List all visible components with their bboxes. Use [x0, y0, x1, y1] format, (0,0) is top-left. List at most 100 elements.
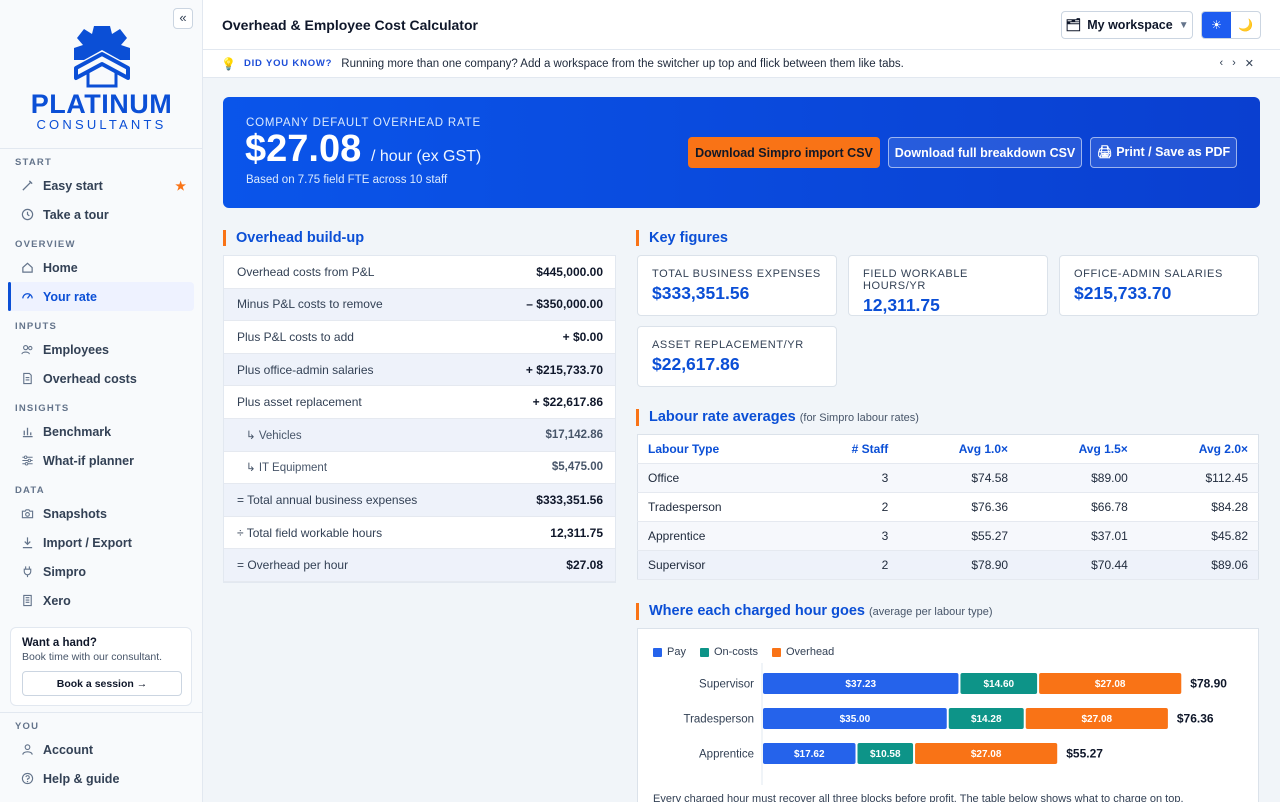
buildup-label: = Total annual business expenses — [237, 492, 418, 507]
buildup-label: Minus P&L costs to remove — [237, 297, 383, 312]
bar-total-label: $76.36 — [1177, 712, 1214, 726]
light-theme-button[interactable]: ☀ — [1202, 12, 1231, 38]
dark-theme-button[interactable]: 🌙 — [1231, 12, 1260, 38]
sidebar-item-employees[interactable]: Employees — [8, 335, 194, 364]
table-cell: $45.82 — [1137, 521, 1259, 551]
buildup-row: = Total annual business expenses $333,351… — [224, 484, 615, 517]
section-insights: INSIGHTS — [15, 403, 70, 414]
tip-next-button[interactable]: › — [1232, 57, 1236, 70]
tip-prev-button[interactable]: ‹ — [1219, 57, 1223, 70]
sidebar-item-label: Overhead costs — [43, 371, 137, 386]
book-session-button[interactable]: Book a session → — [22, 671, 182, 696]
table-cell: $112.45 — [1137, 463, 1259, 493]
buildup-label: ↳ Vehicles — [246, 429, 302, 442]
download-breakdown-csv-button[interactable]: Download full breakdown CSV — [888, 137, 1082, 168]
hero-unit: / hour (ex GST) — [371, 148, 482, 165]
buildup-row: Minus P&L costs to remove – $350,000.00 — [224, 288, 615, 322]
tip-close-button[interactable]: ✕ — [1245, 57, 1254, 70]
sidebar-item-label: Easy start — [43, 178, 103, 193]
sidebar-item-label: Your rate — [43, 289, 97, 304]
buildup-value: 12,311.75 — [550, 525, 603, 540]
stacked-bar-chart: Supervisor $37.23 $14.60 $27.08 $78.90 Trades… — [683, 663, 1227, 785]
table-row: Apprentice 3 $55.27 $37.01 $45.82 — [637, 521, 1259, 551]
table-cell: Tradesperson — [637, 492, 801, 522]
divider — [0, 712, 203, 713]
sidebar-item-easy-start[interactable]: Easy start ★ — [8, 171, 194, 200]
category-label: Apprentice — [699, 749, 754, 761]
buildup-value: $17,142.86 — [545, 428, 603, 441]
key-figure-label: TOTAL BUSINESS EXPENSES — [652, 268, 821, 280]
buildup-row: ÷ Total field workable hours 12,311.75 — [224, 517, 615, 550]
camera-icon — [20, 507, 34, 521]
buildup-label: Overhead costs from P&L — [237, 264, 375, 279]
bar-value-label: $35.00 — [840, 714, 871, 725]
brand-sub: CONSULTANTS — [36, 117, 167, 132]
home-icon — [20, 261, 34, 275]
bar-value-label: $14.60 — [983, 679, 1014, 690]
key-figure-card: TOTAL BUSINESS EXPENSES $333,351.56 — [637, 255, 837, 316]
table-cell: 2 — [800, 550, 899, 580]
sidebar-item-simpro[interactable]: Simpro — [8, 557, 194, 586]
table-cell: $89.06 — [1137, 550, 1259, 580]
section-overview: OVERVIEW — [15, 239, 76, 250]
table-cell: $76.36 — [898, 492, 1019, 522]
theme-toggle: ☀ 🌙 — [1201, 11, 1261, 39]
table-cell: $78.90 — [898, 550, 1019, 580]
download-simpro-csv-button[interactable]: Download Simpro import CSV — [688, 137, 880, 168]
workspace-switcher[interactable]: 🗂 My workspace ▼ — [1061, 11, 1193, 39]
chart-footnote: Every charged hour must recover all thre… — [653, 793, 1184, 802]
key-figure-value: $22,617.86 — [652, 354, 740, 374]
labour-title-text: Labour rate averages — [649, 409, 796, 425]
buildup-label: Plus P&L costs to add — [237, 329, 354, 344]
buildup-row: ↳ Vehicles $17,142.86 — [224, 418, 615, 452]
column-header: # Staff — [800, 434, 899, 464]
table-cell: $74.58 — [898, 463, 1019, 493]
sidebar-item-xero[interactable]: Xero — [8, 586, 194, 615]
folder-icon: 🗂 — [1065, 17, 1082, 32]
buildup-row: Plus P&L costs to add + $0.00 — [224, 321, 615, 354]
sidebar-item-overhead-costs[interactable]: Overhead costs — [8, 364, 194, 393]
bar-total-label: $55.27 — [1066, 747, 1103, 761]
table-cell: $55.27 — [898, 521, 1019, 551]
bar-total-label: $78.90 — [1190, 677, 1227, 691]
page-title: Overhead & Employee Cost Calculator — [222, 17, 478, 33]
sidebar-item-import-export[interactable]: Import / Export — [8, 528, 194, 557]
column-header: Labour Type — [637, 434, 801, 464]
sidebar-item-label: Import / Export — [43, 535, 132, 550]
buildup-value: $333,351.56 — [536, 492, 603, 507]
sidebar-item-your-rate[interactable]: Your rate — [8, 282, 194, 311]
clock-icon — [20, 208, 34, 222]
labour-title: Labour rate averages (for Simpro labour … — [636, 409, 919, 426]
sidebar-item-benchmark[interactable]: Benchmark — [8, 417, 194, 446]
table-cell: Supervisor — [637, 550, 801, 580]
table-header-row: Labour Type # Staff Avg 1.0× Avg 1.5× Avg 2.… — [637, 434, 1259, 464]
table-cell: $37.01 — [1018, 521, 1138, 551]
buildup-value: + $0.00 — [562, 329, 603, 344]
overhead-rate-hero: COMPANY DEFAULT OVERHEAD RATE $27.08 / h… — [223, 97, 1260, 208]
buildup-value: + $215,733.70 — [525, 362, 603, 377]
table-row: Tradesperson 2 $76.36 $66.78 $84.28 — [637, 492, 1259, 522]
key-figure-value: 12,311.75 — [863, 295, 940, 315]
buildup-label: = Overhead per hour — [237, 558, 349, 573]
document-icon — [20, 372, 34, 386]
key-figure-label: ASSET REPLACEMENT/YR — [652, 339, 804, 351]
buildup-row: ↳ IT Equipment $5,475.00 — [224, 452, 615, 485]
hours-title: Where each charged hour goes (average pe… — [636, 603, 993, 620]
key-figure-value: $333,351.56 — [652, 283, 750, 303]
column-header: Avg 1.5× — [1018, 434, 1138, 464]
sidebar-item-label: What-if planner — [43, 453, 134, 468]
sidebar-item-help[interactable]: Help & guide — [8, 764, 194, 793]
star-icon: ★ — [175, 178, 186, 193]
sidebar-item-snapshots[interactable]: Snapshots — [8, 499, 194, 528]
print-pdf-button[interactable]: 🖨 Print / Save as PDF — [1090, 137, 1237, 168]
sidebar-item-home[interactable]: Home — [8, 253, 194, 282]
table-cell: 3 — [800, 463, 899, 493]
lightbulb-icon: 💡 — [221, 56, 236, 71]
buildup-row: Plus asset replacement + $22,617.86 — [224, 386, 615, 419]
tip-label: DID YOU KNOW? — [243, 58, 333, 69]
sidebar-item-take-tour[interactable]: Take a tour — [8, 200, 194, 229]
sidebar-item-account[interactable]: Account — [8, 735, 194, 764]
sidebar-item-whatif[interactable]: What-if planner — [8, 446, 194, 475]
users-icon — [20, 343, 34, 357]
section-data: DATA — [15, 485, 45, 496]
